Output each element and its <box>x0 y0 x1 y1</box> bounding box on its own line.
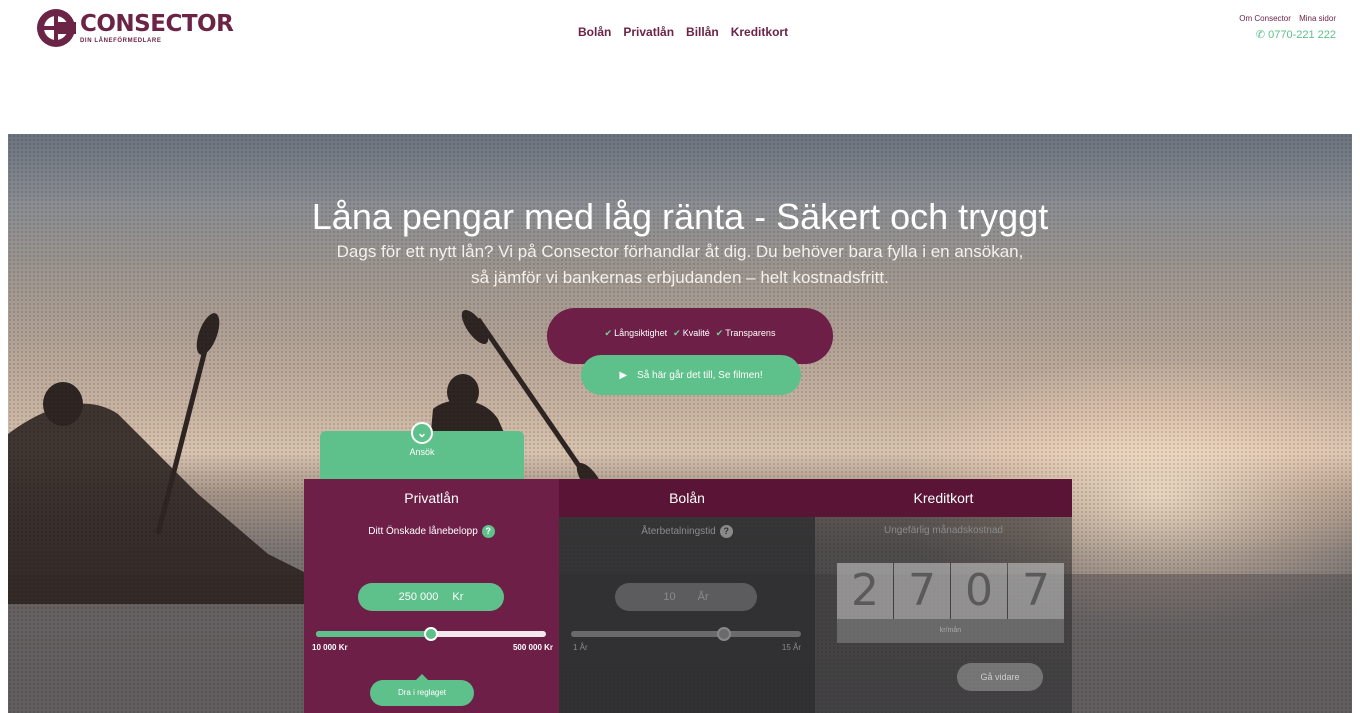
brand-name: CONSECTOR <box>80 10 234 37</box>
loan-calculator: Privatlån Ditt Önskade lånebelopp? 250 0… <box>304 479 1072 713</box>
check-icon: ✔ <box>604 328 613 338</box>
drag-slider-hint: Dra i reglaget <box>370 674 474 706</box>
loan-amount-slider-handle[interactable] <box>424 627 438 641</box>
tab-kreditkort[interactable]: Kreditkort <box>815 479 1072 517</box>
monthly-cost-unit: kr/mån <box>837 619 1064 643</box>
loan-amount-slider-fill <box>316 631 431 637</box>
counter-digit: 7 <box>894 563 950 619</box>
brand-logo[interactable]: CONSECTOR DIN LÅNEFÖRMEDLARE <box>36 8 234 48</box>
check-icon: ✔ <box>715 328 724 338</box>
repayment-term-input[interactable]: 10 År <box>615 583 757 611</box>
watch-film-button[interactable]: ▶ Så här går det till, Se filmen! <box>581 355 801 395</box>
amount-label: Ditt Önskade lånebelopp <box>368 526 478 537</box>
watch-film-label: Så här går det till, Se filmen! <box>637 369 763 381</box>
value-item: ✔ Kvalité <box>673 328 710 338</box>
continue-button[interactable]: Gå vidare <box>957 663 1043 691</box>
counter-digit: 2 <box>837 563 893 619</box>
top-links: Om Consector Mina sidor ✆ 0770-221 222 <box>1233 14 1336 41</box>
help-icon[interactable]: ? <box>481 525 495 538</box>
privatlan-panel: Privatlån Ditt Önskade lånebelopp? 250 0… <box>304 479 559 713</box>
hero-title: Låna pengar med låg ränta - Säkert och t… <box>311 196 1049 237</box>
loan-amount-unit: Kr <box>452 591 464 603</box>
counter-digit: 7 <box>1008 563 1064 619</box>
phone-icon: ✆ <box>1255 29 1266 41</box>
loan-amount-input[interactable]: 250 000 Kr <box>358 583 504 611</box>
brand-tagline: DIN LÅNEFÖRMEDLARE <box>80 37 162 44</box>
chevron-down-circle-icon: ⌄ <box>411 422 433 444</box>
phone-number-text: 0770-221 222 <box>1268 29 1336 41</box>
check-icon: ✔ <box>673 328 681 338</box>
main-nav: Bolån Privatlån Billån Kreditkort <box>578 25 788 39</box>
hero-section: Låna pengar med låg ränta - Säkert och t… <box>8 134 1352 713</box>
value-item: ✔ Långsiktighet <box>604 328 668 338</box>
tab-privatlan[interactable]: Privatlån <box>304 479 559 517</box>
amount-label-row: Ditt Önskade lånebelopp? <box>304 525 559 538</box>
about-link[interactable]: Om Consector <box>1239 14 1291 23</box>
nav-item-bolan[interactable]: Bolån <box>578 25 611 39</box>
term-label: Återbetalningstid <box>641 526 716 537</box>
repayment-term-slider-handle[interactable] <box>717 627 731 641</box>
term-unit: År <box>697 591 709 603</box>
monthly-cost-label: Ungefärlig månadskostnad <box>884 525 1003 536</box>
term-min: 1 År <box>573 643 588 652</box>
nav-item-privatlan[interactable]: Privatlån <box>623 25 674 39</box>
apply-tab-label: Ansök <box>409 447 435 457</box>
counter-digit: 0 <box>951 563 1007 619</box>
nav-item-billan[interactable]: Billån <box>686 25 719 39</box>
amount-min: 10 000 Kr <box>312 643 348 652</box>
bolan-panel: Bolån Återbetalningstid? 10 År 1 År 15 Å… <box>559 479 815 713</box>
site-header: CONSECTOR DIN LÅNEFÖRMEDLARE Bolån Priva… <box>0 0 1360 60</box>
nav-item-kreditkort[interactable]: Kreditkort <box>731 25 788 39</box>
term-value: 10 <box>663 591 676 603</box>
my-pages-link[interactable]: Mina sidor <box>1299 14 1336 23</box>
term-label-row: Återbetalningstid? <box>559 525 815 538</box>
apply-tab[interactable]: ⌄ Ansök <box>320 422 524 479</box>
value-item: ✔ Transparens <box>715 328 776 338</box>
loan-amount-slider[interactable] <box>316 627 546 641</box>
repayment-term-slider[interactable] <box>571 627 801 641</box>
monthly-cost-counter: 2 7 0 7 <box>837 563 1064 619</box>
play-icon: ▶ <box>619 369 628 381</box>
consector-logo-icon <box>36 8 76 48</box>
help-icon[interactable]: ? <box>719 525 733 538</box>
term-max: 15 År <box>781 643 801 652</box>
hero-subtitle: Dags för ett nytt lån? Vi på Consector f… <box>336 242 1024 287</box>
kreditkort-panel: Kreditkort Ungefärlig månadskostnad 2 7 … <box>815 479 1072 713</box>
loan-amount-value: 250 000 <box>398 591 439 603</box>
tab-bolan[interactable]: Bolån <box>559 479 815 517</box>
phone-number[interactable]: ✆ 0770-221 222 <box>1233 28 1336 41</box>
amount-max: 500 000 Kr <box>512 643 553 652</box>
